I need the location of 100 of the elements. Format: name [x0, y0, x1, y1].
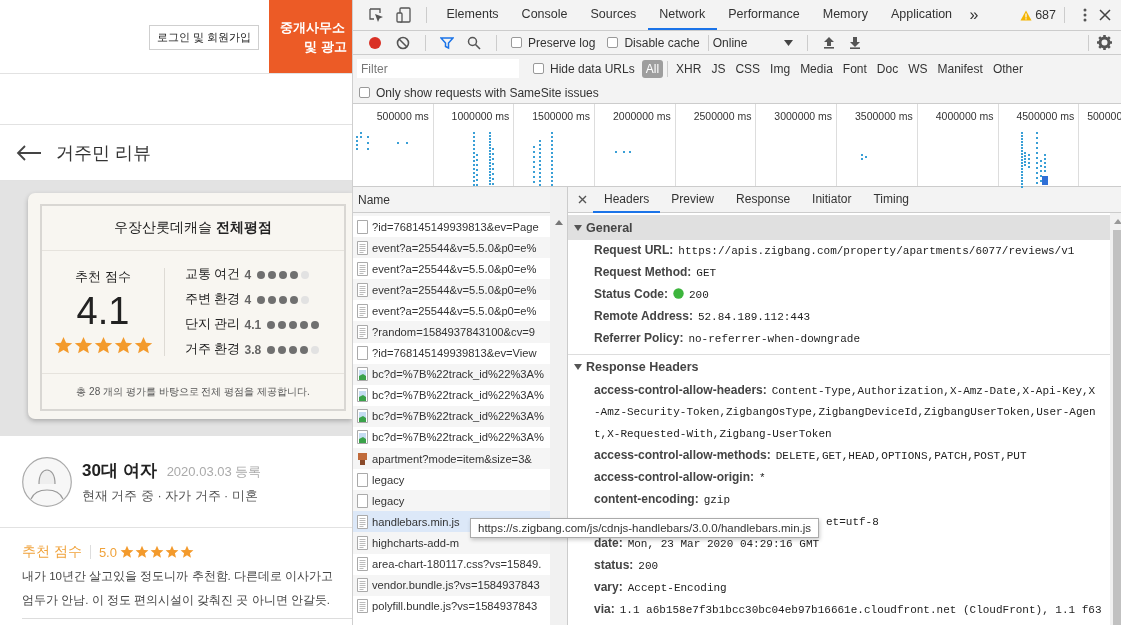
- time-tick-label: 4500000 ms: [1016, 110, 1075, 122]
- inspect-element-icon[interactable]: [368, 7, 384, 23]
- type-filter-button[interactable]: Manifest: [933, 59, 987, 78]
- type-filter-button[interactable]: Img: [766, 59, 795, 78]
- rating-dot-icon: [290, 270, 299, 279]
- star-icon: [119, 545, 134, 559]
- request-row[interactable]: event?a=25544&v=5.5.0&p0=e%: [353, 279, 550, 301]
- request-row[interactable]: event?a=25544&v=5.5.0&p0=e%: [353, 237, 550, 259]
- rating-label: 주변 환경: [185, 291, 241, 308]
- type-filter-button[interactable]: Other: [988, 59, 1027, 78]
- time-tick-label: 500000: [1087, 110, 1121, 122]
- checkbox-label[interactable]: Disable cache: [624, 35, 700, 50]
- warning-count[interactable]: 687: [1035, 8, 1056, 22]
- url-tooltip: https://s.zigbang.com/js/cdnjs-handlebars/3.0.0/handlebars.min.js: [470, 518, 820, 538]
- type-filter-button[interactable]: Doc: [872, 59, 903, 78]
- checkbox-label[interactable]: Hide data URLs: [550, 61, 635, 76]
- type-filter-button[interactable]: Font: [838, 59, 871, 78]
- upload-icon[interactable]: [822, 36, 835, 49]
- request-row[interactable]: ?random=1584937843100&cv=9: [353, 321, 550, 343]
- request-row[interactable]: bc?d=%7B%22track_id%22%3A%: [353, 426, 550, 449]
- review-text: 내가 10년간 살고있을 정도니까 추천함. 다른데로 이사가고: [22, 569, 335, 584]
- request-row[interactable]: event?a=25544&v=5.5.0&p0=e%: [353, 258, 550, 280]
- request-row[interactable]: area-chart-180117.css?vs=15849.: [353, 553, 550, 575]
- detail-tab[interactable]: Preview: [660, 186, 726, 213]
- request-row[interactable]: bc?d=%7B%22track_id%22%3A%: [353, 384, 550, 406]
- scrollbar-thumb[interactable]: [1113, 230, 1121, 625]
- section-title[interactable]: Response Headers: [586, 360, 699, 375]
- type-filter-button[interactable]: JS: [707, 59, 730, 78]
- type-filter-button[interactable]: CSS: [731, 59, 765, 78]
- document-icon: [357, 535, 368, 550]
- panel-tab[interactable]: Elements: [435, 0, 511, 30]
- checkbox[interactable]: [533, 63, 544, 74]
- column-header[interactable]: Name: [358, 192, 390, 207]
- checkbox[interactable]: [511, 37, 522, 48]
- rating-dot-icon: [279, 270, 288, 279]
- rating-value: 4.1: [244, 317, 262, 332]
- scroll-up-icon[interactable]: [554, 220, 563, 225]
- rating-dot-icon: [278, 345, 287, 354]
- checkbox-label[interactable]: Only show requests with SameSite issues: [376, 85, 599, 100]
- panel-tab[interactable]: Console: [510, 0, 579, 30]
- request-row[interactable]: bc?d=%7B%22track_id%22%3A%: [353, 405, 550, 427]
- type-filter-button[interactable]: XHR: [672, 59, 706, 78]
- header-row-text: Remote Address: 52.84.189.112:443: [593, 307, 812, 325]
- header-row-text: via: 1.1 a6b158e7f3b1bcc30bc04eb97b16661e.cloudfront.net (CloudFront), 1.1 f63: [593, 600, 1103, 618]
- rating-dot-icon: [289, 345, 298, 354]
- request-row[interactable]: event?a=25544&v=5.5.0&p0=e%: [353, 300, 550, 322]
- star-icon: [164, 545, 179, 559]
- warning-icon: [1020, 9, 1033, 21]
- close-icon[interactable]: [578, 195, 587, 204]
- review-date: 2020.03.03 등록: [166, 462, 262, 481]
- type-filter-button[interactable]: Media: [796, 59, 837, 78]
- more-options-icon[interactable]: [1083, 8, 1087, 22]
- detail-tab[interactable]: Headers: [593, 186, 661, 213]
- detail-tab[interactable]: Timing: [862, 186, 920, 213]
- request-row[interactable]: legacy: [353, 469, 550, 491]
- star-icon: [113, 336, 133, 355]
- clear-icon[interactable]: [396, 35, 410, 50]
- document-icon: [357, 599, 368, 614]
- header-name: Status Code:: [594, 286, 668, 301]
- request-row[interactable]: legacy: [353, 490, 550, 512]
- detail-tab[interactable]: Response: [725, 186, 802, 213]
- filter-icon[interactable]: [440, 35, 454, 50]
- request-row[interactable]: apartment?mode=item&size=3&: [353, 448, 550, 470]
- request-row[interactable]: bc?d=%7B%22track_id%22%3A%: [353, 363, 550, 385]
- close-icon[interactable]: [1099, 9, 1111, 21]
- disclosure-triangle-icon[interactable]: [574, 223, 582, 232]
- image-file-icon: [357, 367, 368, 382]
- document-icon: [357, 240, 368, 255]
- disclosure-triangle-icon[interactable]: [574, 363, 582, 372]
- rating-dot-icon: [290, 295, 299, 304]
- checkbox[interactable]: [359, 87, 370, 98]
- record-icon[interactable]: [368, 35, 382, 50]
- panel-tab[interactable]: Performance: [716, 0, 812, 30]
- panel-tab[interactable]: Sources: [579, 0, 648, 30]
- time-tick-label: 1500000 ms: [532, 110, 591, 122]
- settings-icon[interactable]: [1097, 35, 1112, 50]
- rating-dot-icon: [267, 320, 276, 329]
- request-row[interactable]: vendor.bundle.js?vs=1584937843: [353, 574, 550, 596]
- device-toolbar-icon[interactable]: [396, 7, 412, 23]
- document-icon: [357, 557, 368, 572]
- back-arrow-icon[interactable]: [16, 144, 42, 161]
- download-icon[interactable]: [848, 36, 861, 49]
- document-icon: [357, 261, 368, 276]
- type-filter-button[interactable]: WS: [904, 59, 932, 78]
- checkbox[interactable]: [607, 37, 619, 48]
- star-icon: [93, 336, 113, 355]
- detail-tab[interactable]: Initiator: [801, 186, 863, 213]
- more-tabs-button[interactable]: »: [969, 6, 979, 24]
- throttling-select[interactable]: Online: [710, 35, 799, 50]
- request-row[interactable]: polyfill.bundle.js?vs=1584937843: [353, 595, 550, 617]
- search-icon[interactable]: [467, 35, 481, 50]
- request-row[interactable]: ?id=768145149939813&ev=View: [353, 342, 550, 364]
- filter-field[interactable]: Filter: [357, 59, 519, 78]
- request-row[interactable]: ?id=768145149939813&ev=Page: [353, 216, 550, 238]
- header-row-text: Request Method: GET: [593, 263, 718, 281]
- panel-tab[interactable]: Memory: [811, 0, 880, 30]
- login-button[interactable]: 로그인 및 회원가입: [148, 25, 259, 50]
- section-title[interactable]: General: [586, 220, 633, 235]
- checkbox-label[interactable]: Preserve log: [528, 35, 596, 50]
- panel-tab[interactable]: Application: [879, 0, 964, 30]
